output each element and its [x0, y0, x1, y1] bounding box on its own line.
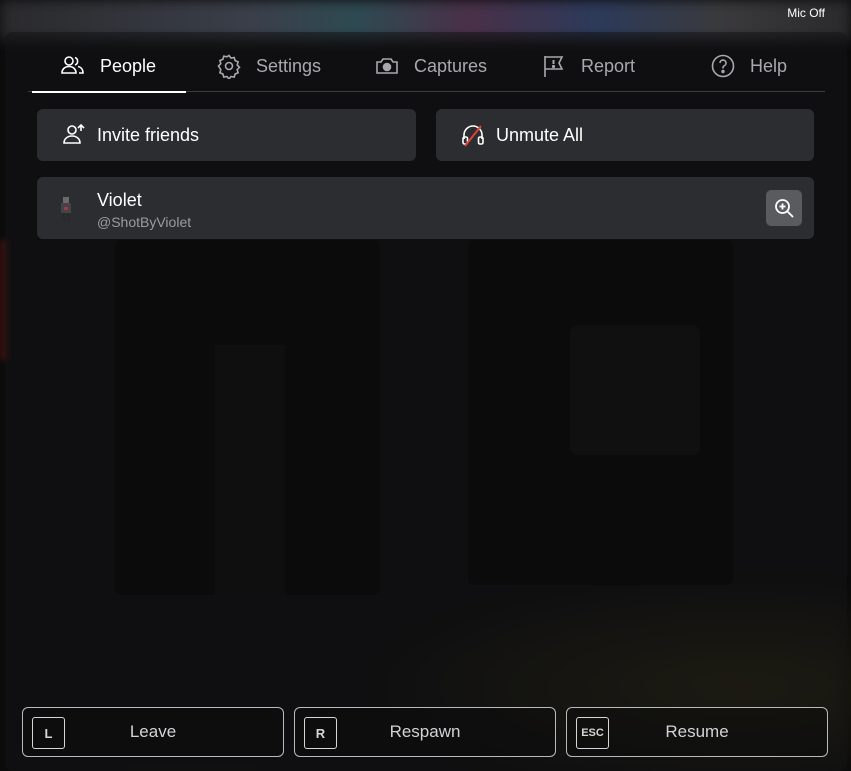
resume-button[interactable]: Resume ESC: [566, 707, 828, 757]
tab-label: Captures: [414, 55, 488, 76]
keybind-hint: R: [304, 717, 337, 749]
leave-button[interactable]: Leave L: [22, 707, 284, 757]
unmute-all-label: Unmute All: [496, 124, 584, 145]
flag-icon: [541, 53, 567, 79]
avatar: [57, 195, 77, 225]
tab-bar: People Settings Captures Report Help: [28, 40, 825, 93]
tab-label: Settings: [256, 55, 322, 76]
tab-captures[interactable]: Captures: [374, 40, 487, 92]
tab-help[interactable]: Help: [710, 40, 787, 92]
tab-people[interactable]: People: [31, 40, 187, 93]
gear-icon: [216, 53, 242, 79]
tab-label: People: [100, 55, 157, 76]
invite-friends-button[interactable]: Invite friends: [37, 109, 416, 161]
player-display-name: Violet: [97, 190, 142, 210]
mic-status: Mic Off: [787, 6, 825, 20]
player-username: @ShotByViolet: [97, 214, 192, 230]
tab-label: Help: [750, 55, 788, 76]
tab-report[interactable]: Report: [541, 40, 635, 92]
camera-icon: [374, 53, 400, 79]
help-icon: [710, 53, 736, 79]
inspect-player-button[interactable]: [766, 190, 802, 226]
zoom-in-icon: [773, 197, 795, 219]
tab-settings[interactable]: Settings: [216, 40, 321, 92]
respawn-button[interactable]: Respawn R: [294, 707, 556, 757]
invite-friends-label: Invite friends: [97, 124, 200, 145]
player-list-item[interactable]: Violet @ShotByViolet: [37, 177, 814, 239]
unmute-all-button[interactable]: Unmute All: [436, 109, 814, 161]
headphones-muted-icon: [460, 122, 486, 148]
add-friend-icon: [61, 122, 87, 148]
people-icon: [60, 53, 86, 79]
keybind-hint: L: [32, 717, 65, 749]
keybind-hint: ESC: [576, 717, 609, 749]
tab-label: Report: [581, 55, 636, 76]
